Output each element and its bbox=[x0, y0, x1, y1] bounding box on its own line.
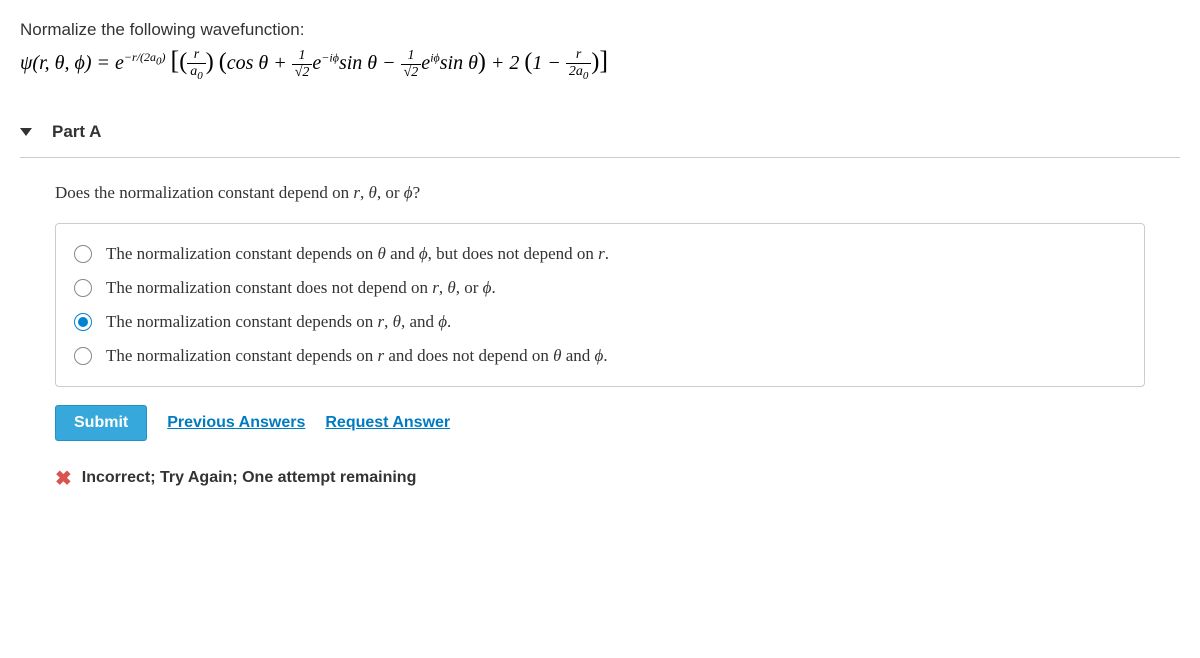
feedback-message: ✖ Incorrect; Try Again; One attempt rema… bbox=[55, 466, 1180, 491]
radio-icon[interactable] bbox=[74, 279, 92, 297]
incorrect-icon: ✖ bbox=[55, 466, 72, 491]
previous-answers-link[interactable]: Previous Answers bbox=[167, 414, 305, 432]
radio-icon[interactable] bbox=[74, 245, 92, 263]
radio-icon[interactable] bbox=[74, 313, 92, 331]
option-label: The normalization constant depends on r,… bbox=[106, 312, 451, 332]
radio-icon[interactable] bbox=[74, 347, 92, 365]
problem-instruction: Normalize the following wavefunction: bbox=[20, 20, 1180, 40]
option-4[interactable]: The normalization constant depends on r … bbox=[74, 346, 1126, 366]
option-2[interactable]: The normalization constant does not depe… bbox=[74, 278, 1126, 298]
option-1[interactable]: The normalization constant depends on θ … bbox=[74, 244, 1126, 264]
option-label: The normalization constant depends on θ … bbox=[106, 244, 609, 264]
question-text: Does the normalization constant depend o… bbox=[55, 183, 1180, 203]
option-3[interactable]: The normalization constant depends on r,… bbox=[74, 312, 1126, 332]
collapse-toggle-icon[interactable] bbox=[20, 128, 32, 136]
option-label: The normalization constant does not depe… bbox=[106, 278, 496, 298]
part-title: Part A bbox=[52, 122, 101, 142]
options-container: The normalization constant depends on θ … bbox=[55, 223, 1145, 387]
part-header: Part A bbox=[20, 122, 1180, 158]
request-answer-link[interactable]: Request Answer bbox=[325, 414, 450, 432]
wavefunction-equation: ψ(r, θ, ϕ) = e−r/(2a0) [(ra0) (cos θ + 1… bbox=[20, 46, 1180, 82]
feedback-text: Incorrect; Try Again; One attempt remain… bbox=[82, 469, 417, 487]
option-label: The normalization constant depends on r … bbox=[106, 346, 608, 366]
submit-button[interactable]: Submit bbox=[55, 405, 147, 441]
